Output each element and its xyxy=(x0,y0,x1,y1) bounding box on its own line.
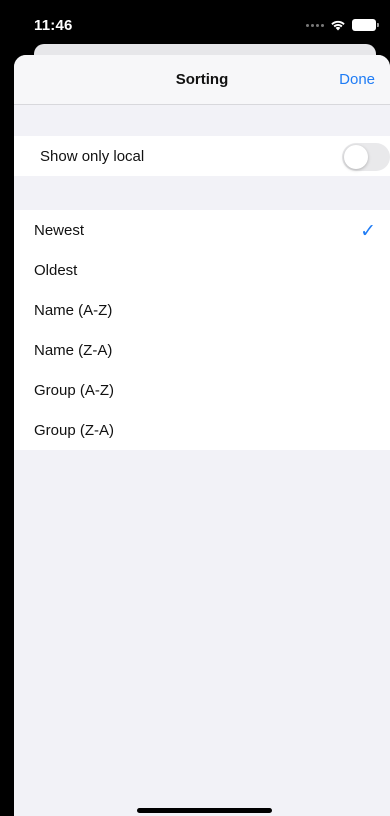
wifi-icon xyxy=(330,19,346,31)
sort-option-label: Name (A-Z) xyxy=(34,302,113,319)
switch-knob xyxy=(344,145,368,169)
sort-option-label: Group (A-Z) xyxy=(34,382,115,399)
sort-option-oldest[interactable]: Oldest xyxy=(14,250,390,290)
sorting-sheet: Sorting Done Show only local Newest ✓ Ol… xyxy=(14,55,390,816)
sort-option-group-z-a[interactable]: Group (Z-A) xyxy=(14,410,390,450)
status-icons xyxy=(306,18,379,32)
show-only-local-switch[interactable] xyxy=(342,143,390,171)
sort-option-label: Oldest xyxy=(34,262,78,279)
battery-icon xyxy=(352,19,379,31)
sort-option-label: Newest xyxy=(34,222,85,239)
sort-option-name-a-z[interactable]: Name (A-Z) xyxy=(14,290,390,330)
sort-option-newest[interactable]: Newest ✓ xyxy=(14,210,390,250)
status-bar: 11:46 xyxy=(0,0,390,44)
sheet-nav-bar: Sorting Done xyxy=(14,55,390,105)
sort-options-list: Newest ✓ Oldest Name (A-Z) Name (Z-A) Gr… xyxy=(14,210,390,450)
done-button[interactable]: Done xyxy=(339,71,375,88)
sort-option-label: Name (Z-A) xyxy=(34,342,113,359)
home-indicator xyxy=(137,808,272,813)
show-only-local-row: Show only local xyxy=(14,136,390,176)
status-time: 11:46 xyxy=(34,17,73,34)
checkmark-icon: ✓ xyxy=(360,220,376,242)
sort-option-group-a-z[interactable]: Group (A-Z) xyxy=(14,370,390,410)
signal-dots-icon xyxy=(306,23,324,27)
sheet-title: Sorting xyxy=(175,71,229,88)
screen: 11:46 Sorting Done Show only local Newes… xyxy=(0,0,390,816)
sort-option-label: Group (Z-A) xyxy=(34,422,115,439)
show-only-local-label: Show only local xyxy=(40,148,145,165)
sort-option-name-z-a[interactable]: Name (Z-A) xyxy=(14,330,390,370)
